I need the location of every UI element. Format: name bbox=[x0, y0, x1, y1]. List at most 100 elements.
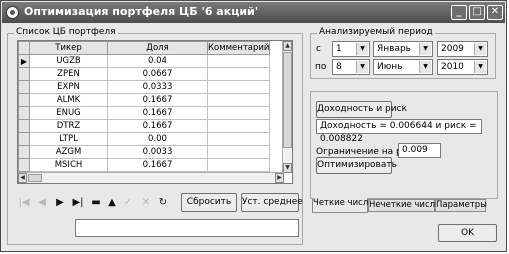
portfolio-grid[interactable]: Тикер Доля Комментарий ▶ UGZB 0.04 ZPEN … bbox=[17, 40, 293, 184]
comment-cell[interactable] bbox=[206, 132, 271, 146]
minimize-button[interactable]: _ bbox=[451, 5, 467, 20]
comment-cell[interactable] bbox=[206, 80, 271, 94]
from-year-value: 2009 bbox=[441, 44, 464, 54]
chevron-down-icon: ▼ bbox=[419, 43, 431, 55]
from-month-select[interactable]: Январь ▼ bbox=[373, 41, 433, 57]
from-day-select[interactable]: 1 ▼ bbox=[332, 41, 370, 57]
ticker-cell[interactable]: ENUG bbox=[29, 106, 108, 120]
share-cell[interactable]: 0.1667 bbox=[107, 106, 208, 120]
comment-cell[interactable] bbox=[206, 145, 271, 159]
chevron-down-icon: ▼ bbox=[474, 61, 486, 73]
column-header-comment[interactable]: Комментарий bbox=[206, 41, 271, 55]
ticker-cell[interactable]: UGZB bbox=[29, 54, 108, 68]
horizontal-scroll-thumb[interactable] bbox=[28, 174, 42, 182]
row-indicator bbox=[18, 106, 30, 120]
ticker-cell[interactable]: ZPEN bbox=[29, 67, 108, 81]
row-indicator bbox=[18, 132, 30, 146]
share-cell[interactable]: 0.0333 bbox=[107, 80, 208, 94]
share-cell[interactable]: 0.0033 bbox=[107, 145, 208, 159]
from-label: с bbox=[316, 44, 321, 54]
period-group-label: Анализируемый период bbox=[317, 27, 435, 37]
nav-post-icon[interactable]: ✓ bbox=[121, 197, 135, 208]
comment-cell[interactable] bbox=[206, 93, 271, 107]
from-day-value: 1 bbox=[336, 44, 342, 54]
row-indicator bbox=[18, 80, 30, 94]
row-indicator bbox=[18, 67, 30, 81]
ticker-cell[interactable]: AZGM bbox=[29, 145, 108, 159]
scroll-right-icon[interactable]: ▶ bbox=[275, 173, 284, 183]
table-header-row: Тикер Доля Комментарий bbox=[18, 41, 271, 55]
table-row[interactable]: EXPN 0.0333 bbox=[18, 80, 271, 94]
share-cell[interactable]: 0.1667 bbox=[107, 119, 208, 133]
scroll-up-icon[interactable]: ▲ bbox=[283, 41, 292, 51]
column-header-share[interactable]: Доля bbox=[107, 41, 208, 55]
scroll-left-icon[interactable]: ◀ bbox=[18, 173, 27, 183]
to-day-select[interactable]: 8 ▼ bbox=[332, 59, 370, 75]
to-month-select[interactable]: Июнь ▼ bbox=[373, 59, 433, 75]
nav-delete-icon[interactable]: ▬ bbox=[89, 197, 103, 208]
comment-cell[interactable] bbox=[206, 158, 271, 172]
ticker-cell[interactable]: EXPN bbox=[29, 80, 108, 94]
share-cell[interactable]: 0.0667 bbox=[107, 67, 208, 81]
nav-next-icon[interactable]: ▶ bbox=[53, 197, 67, 208]
set-average-button[interactable]: Уст. среднее bbox=[241, 193, 303, 212]
optimize-button[interactable]: Оптимизировать bbox=[316, 157, 397, 174]
vertical-scroll-thumb[interactable] bbox=[283, 52, 292, 148]
share-cell[interactable]: 0.1667 bbox=[107, 158, 208, 172]
nav-refresh-icon[interactable]: ↻ bbox=[156, 197, 170, 208]
risk-limit-input[interactable]: 0.009 bbox=[398, 143, 441, 158]
scroll-down-icon[interactable]: ▼ bbox=[283, 163, 292, 173]
maximize-button[interactable]: □ bbox=[469, 5, 485, 20]
row-indicator bbox=[18, 93, 30, 107]
to-month-value: Июнь bbox=[377, 62, 403, 72]
vertical-scrollbar[interactable]: ▲ ▼ bbox=[282, 41, 292, 173]
ticker-cell[interactable]: ALMK bbox=[29, 93, 108, 107]
comment-cell[interactable] bbox=[206, 119, 271, 133]
share-cell[interactable]: 0.04 bbox=[107, 54, 208, 68]
table-row[interactable]: ZPEN 0.0667 bbox=[18, 67, 271, 81]
to-year-value: 2010 bbox=[441, 62, 464, 72]
return-risk-button[interactable]: Доходность и риск bbox=[316, 101, 407, 118]
ok-button[interactable]: OK bbox=[438, 224, 497, 242]
chevron-down-icon: ▼ bbox=[356, 43, 368, 55]
status-field[interactable] bbox=[75, 219, 299, 237]
horizontal-scrollbar[interactable]: ◀ ▶ bbox=[18, 172, 284, 183]
nav-edit-icon[interactable]: ▲ bbox=[105, 197, 119, 208]
nav-first-icon[interactable]: |◀ bbox=[17, 197, 31, 208]
from-year-select[interactable]: 2009 ▼ bbox=[437, 41, 488, 57]
comment-cell[interactable] bbox=[206, 67, 271, 81]
table-row[interactable]: MSICH 0.1667 bbox=[18, 158, 271, 172]
nav-last-icon[interactable]: ▶| bbox=[71, 197, 85, 208]
portfolio-table: Тикер Доля Комментарий ▶ UGZB 0.04 ZPEN … bbox=[18, 41, 271, 172]
comment-cell[interactable] bbox=[206, 54, 271, 68]
share-cell[interactable]: 0.00 bbox=[107, 132, 208, 146]
to-year-select[interactable]: 2010 ▼ bbox=[437, 59, 488, 75]
optimization-window: Оптимизация портфеля ЦБ '6 акций' _ □ ✕ … bbox=[0, 0, 507, 252]
tab-crisp-numbers[interactable]: Четкие числа bbox=[312, 198, 373, 213]
table-row[interactable]: ALMK 0.1667 bbox=[18, 93, 271, 107]
ticker-cell[interactable]: DTRZ bbox=[29, 119, 108, 133]
comment-cell[interactable] bbox=[206, 106, 271, 120]
nav-cancel-icon[interactable]: ✕ bbox=[139, 197, 153, 208]
current-row-marker: ▶ bbox=[18, 54, 30, 68]
window-title: Оптимизация портфеля ЦБ '6 акций' bbox=[24, 5, 259, 18]
table-row[interactable]: LTPL 0.00 bbox=[18, 132, 271, 146]
share-cell[interactable]: 0.1667 bbox=[107, 93, 208, 107]
tab-fuzzy-numbers[interactable]: Нечеткие числа bbox=[368, 199, 440, 212]
table-row[interactable]: AZGM 0.0033 bbox=[18, 145, 271, 159]
table-row[interactable]: ENUG 0.1667 bbox=[18, 106, 271, 120]
table-row[interactable]: DTRZ 0.1667 bbox=[18, 119, 271, 133]
portfolio-group-label: Список ЦБ портфеля bbox=[14, 27, 118, 37]
chevron-down-icon: ▼ bbox=[356, 61, 368, 73]
ticker-cell[interactable]: LTPL bbox=[29, 132, 108, 146]
table-row[interactable]: ▶ UGZB 0.04 bbox=[18, 54, 271, 68]
app-icon bbox=[6, 6, 19, 19]
column-header-ticker[interactable]: Тикер bbox=[29, 41, 108, 55]
tab-parameters[interactable]: Параметры bbox=[435, 199, 487, 212]
nav-prior-icon[interactable]: ◀ bbox=[35, 197, 49, 208]
ticker-cell[interactable]: MSICH bbox=[29, 158, 108, 172]
row-indicator bbox=[18, 145, 30, 159]
reset-button[interactable]: Сбросить bbox=[181, 193, 237, 212]
close-button[interactable]: ✕ bbox=[487, 5, 503, 20]
title-bar[interactable]: Оптимизация портфеля ЦБ '6 акций' _ □ ✕ bbox=[2, 2, 505, 23]
